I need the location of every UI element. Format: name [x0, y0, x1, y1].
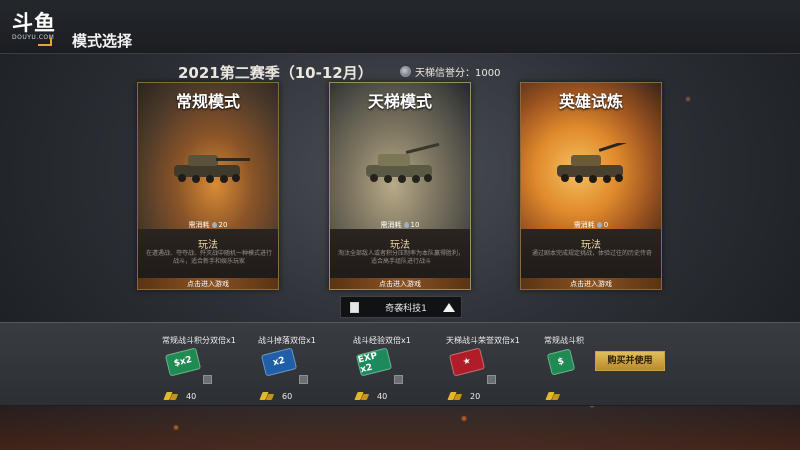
mode-cost-value: 20	[218, 221, 228, 229]
item-checkbox[interactable]	[394, 375, 403, 384]
item-price: 40	[186, 392, 197, 401]
mode-info-panel: 需消耗 10 玩法 淘汰全部敌人或者积分压制率为本队赢得胜利，适合高手组队进行战斗…	[330, 221, 470, 289]
coin-icon	[547, 392, 559, 401]
fuel-icon	[211, 222, 217, 228]
mode-name: 常规模式	[175, 92, 240, 111]
double-points-ticket-icon: $x2	[164, 347, 202, 377]
double-points-ticket-icon: $	[546, 348, 576, 376]
item-name: 常规战斗积分双倍x1	[162, 336, 236, 345]
mode-card-ladder[interactable]: 天梯模式 需消耗 10 玩法 淘汰全部敌人或者积分压制率为本队赢得胜利，适合高手组…	[329, 82, 471, 290]
item-checkbox[interactable]	[203, 375, 212, 384]
season-title: 2021第二赛季（10-12月）	[178, 64, 373, 82]
mode-play-label: 玩法	[581, 240, 601, 251]
tech-selector-label: 奇袭科技1	[385, 303, 427, 314]
item-slot: 战斗经验双倍x1 EXP x2 40	[353, 323, 443, 407]
page-title: 模式选择	[72, 32, 133, 50]
item-price: 60	[282, 392, 293, 401]
mode-cost-label: 需消耗	[573, 221, 595, 229]
mode-cost: 需消耗 20	[138, 220, 278, 230]
item-name: 天梯战斗荣誉双倍x1	[446, 336, 520, 345]
triangle-up-icon[interactable]	[443, 302, 455, 312]
double-exp-ticket-icon: EXP x2	[355, 347, 393, 377]
item-price: 20	[470, 392, 481, 401]
item-price: 40	[377, 392, 388, 401]
buy-and-use-button[interactable]: 购买并使用	[595, 351, 665, 371]
enter-game-button[interactable]: 点击进入游戏	[330, 278, 470, 289]
mode-cost-value: 0	[603, 221, 609, 229]
mode-cost-label: 需消耗	[380, 221, 402, 229]
mode-cost-label: 需消耗	[188, 221, 210, 229]
tank-icon	[174, 155, 250, 183]
item-slot: 常规战斗积分双倍x1 $x2 40	[162, 323, 252, 407]
fuel-icon	[596, 222, 602, 228]
item-name: 战斗经验双倍x1	[353, 336, 411, 345]
item-name: 常规战斗积	[544, 336, 584, 345]
item-checkbox[interactable]	[299, 375, 308, 384]
mode-cost: 需消耗 0	[521, 220, 661, 230]
coin-icon	[356, 392, 368, 401]
mode-card-normal[interactable]: 常规模式 需消耗 20 玩法 在遭遇战、夺夺战、歼灭战中随机一种模式进行战斗，适合…	[137, 82, 279, 290]
item-name: 战斗掉落双倍x1	[258, 336, 316, 345]
enter-game-button[interactable]: 点击进入游戏	[138, 278, 278, 289]
mode-name: 英雄试炼	[558, 92, 623, 111]
item-checkbox[interactable]	[487, 375, 496, 384]
logo-bracket-icon	[38, 38, 52, 46]
credit-badge-icon	[400, 66, 411, 77]
coin-icon	[449, 392, 461, 401]
fuel-icon	[403, 222, 409, 228]
mode-description: 在遭遇战、夺夺战、歼灭战中随机一种模式进行战斗，适合新手和娱乐玩家	[145, 250, 272, 265]
item-slot: 战斗掉落双倍x1 x2 60	[258, 323, 348, 407]
mode-description: 淘汰全部敌人或者积分压制率为本队赢得胜利，适合高手组队进行战斗	[337, 250, 464, 265]
mode-cost: 需消耗 10	[330, 220, 470, 230]
mode-play-label: 玩法	[198, 240, 218, 251]
mode-info-panel: 需消耗 20 玩法 在遭遇战、夺夺战、歼灭战中随机一种模式进行战斗，适合新手和娱乐…	[138, 221, 278, 289]
tank-icon	[557, 143, 632, 183]
logo-mark: 斗鱼	[12, 11, 56, 35]
mode-card-hero[interactable]: 英雄试炼 需消耗 0 玩法 通过剧本完成规定挑战，体验过往的历史传奇 点击进入游戏	[520, 82, 662, 290]
document-icon	[350, 301, 359, 313]
coin-icon	[165, 392, 177, 401]
mode-name: 天梯模式	[367, 92, 432, 111]
enter-game-button[interactable]: 点击进入游戏	[521, 278, 661, 289]
mode-cost-value: 10	[410, 221, 420, 229]
mode-description: 通过剧本完成规定挑战，体验过往的历史传奇	[531, 250, 652, 257]
double-honor-ticket-icon: ★	[448, 347, 486, 377]
coin-icon	[261, 392, 273, 401]
item-strip: 常规战斗积分双倍x1 $x2 40 战斗掉落双倍x1 x2 60 战斗经验双倍x…	[0, 322, 800, 406]
mode-play-label: 玩法	[390, 240, 410, 251]
douyu-logo: 斗鱼 DOUYU.COM	[12, 12, 56, 46]
ladder-credit-label: 天梯信誉分：1000	[415, 68, 501, 79]
top-bar: 斗鱼 DOUYU.COM 模式选择	[0, 0, 800, 54]
ladder-credit: 天梯信誉分：1000	[400, 64, 500, 79]
tank-icon	[366, 143, 440, 183]
tech-selector[interactable]: 奇袭科技1	[340, 296, 462, 318]
item-slot: 常规战斗积 $	[544, 323, 588, 407]
mode-info-panel: 需消耗 0 玩法 通过剧本完成规定挑战，体验过往的历史传奇 点击进入游戏	[521, 221, 661, 289]
double-drop-ticket-icon: x2	[260, 347, 298, 377]
item-slot: 天梯战斗荣誉双倍x1 ★ 20	[446, 323, 536, 407]
